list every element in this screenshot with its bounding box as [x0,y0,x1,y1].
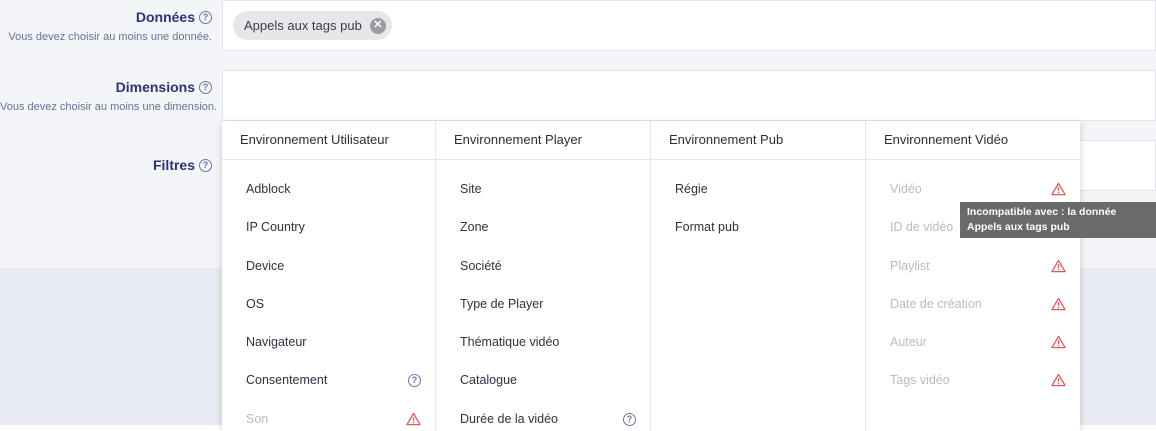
warning-icon[interactable] [406,412,421,426]
dimension-option[interactable]: Consentement? [246,370,421,390]
dropdown-column-1: Environnement Player Site Zone Société Type … [436,121,651,431]
warning-icon[interactable] [1051,259,1066,273]
help-icon[interactable]: ? [199,80,212,94]
dimension-option[interactable]: Type de Player [460,294,636,314]
dimension-option: Vidéo [890,179,1066,199]
column-header: Environnement Player [436,121,650,160]
dimension-option[interactable]: Device [246,256,421,276]
dimension-option[interactable]: Zone [460,217,636,237]
dropdown-column-0: Environnement Utilisateur Adblock IP Count… [222,121,436,431]
dimension-option[interactable]: Navigateur [246,332,421,352]
selected-data-chip[interactable]: Appels aux tags pub ✕ [233,11,392,40]
dropdown-column-3: Environnement Vidéo Vidéo ID de vidéo Playl… [866,121,1080,431]
option-label: Son [246,412,269,426]
dimension-option[interactable]: Format pub [675,217,851,237]
incompatibility-tooltip: Incompatible avec : la donnée Appels aux… [960,202,1156,238]
help-icon[interactable]: ? [623,412,636,426]
warning-icon[interactable] [1051,297,1066,311]
column-header: Environnement Utilisateur [222,121,435,160]
dimension-option[interactable]: Durée de la vidéo? [460,409,636,429]
dimensions-field[interactable] [222,70,1156,121]
dimensions-label: Dimensions [115,79,195,95]
dimensions-dropdown: Environnement Utilisateur Adblock IP Count… [222,121,1080,431]
warning-icon[interactable] [1051,182,1066,196]
option-label: Playlist [890,259,930,273]
dimension-option[interactable]: Régie [675,179,851,199]
remove-chip-icon[interactable]: ✕ [369,17,386,34]
dimension-option[interactable]: Catalogue [460,370,636,390]
option-label: Régie [675,182,708,196]
dimension-option[interactable]: IP Country [246,217,421,237]
column-header: Environnement Vidéo [866,121,1080,160]
option-label: Type de Player [460,297,544,311]
dimension-option: Son [246,409,421,429]
donnees-label-group: Données ? Vous devez choisir au moins un… [0,9,212,43]
help-icon[interactable]: ? [408,373,421,387]
option-label: Catalogue [460,373,517,387]
dimension-option[interactable]: Thématique vidéo [460,332,636,352]
option-label: Date de création [890,297,982,311]
option-label: Société [460,259,502,273]
column-header: Environnement Pub [651,121,865,160]
dimensions-hint: Vous devez choisir au moins une dimensio… [0,101,218,113]
dimension-option[interactable]: Site [460,179,636,199]
option-label: ID de vidéo [890,220,954,234]
warning-icon[interactable] [1051,335,1066,349]
donnees-hint: Vous devez choisir au moins une donnée. [8,31,212,43]
option-label: Auteur [890,335,927,349]
option-label: Tags vidéo [890,373,950,387]
option-label: Navigateur [246,335,307,349]
dimension-option[interactable]: Adblock [246,179,421,199]
help-icon[interactable]: ? [199,158,212,172]
filtres-label-group: Filtres ? [0,157,212,175]
option-label: Consentement [246,373,328,387]
option-label: IP Country [246,220,305,234]
donnees-label: Données [135,9,195,25]
option-label: Vidéo [890,182,922,196]
dimensions-label-group: Dimensions ? Vous devez choisir au moins… [0,79,218,113]
help-icon[interactable]: ? [199,10,212,24]
option-label: Site [460,182,482,196]
dimension-option[interactable]: OS [246,294,421,314]
option-label: Format pub [675,220,739,234]
filtres-label: Filtres [152,157,195,173]
dimension-option[interactable]: Société [460,256,636,276]
dimension-option: Auteur [890,332,1066,352]
option-label: Durée de la vidéo [460,412,558,426]
dimension-option: Date de création [890,294,1066,314]
dimension-option: Playlist [890,256,1066,276]
dropdown-column-2: Environnement Pub Régie Format pub [651,121,866,431]
option-label: Device [246,259,285,273]
warning-icon[interactable] [1051,373,1066,387]
option-label: Adblock [246,182,291,196]
option-label: OS [246,297,265,311]
chip-label: Appels aux tags pub [244,18,362,33]
option-label: Zone [460,220,489,234]
dimension-option: Tags vidéo [890,370,1066,390]
option-label: Thématique vidéo [460,335,560,349]
